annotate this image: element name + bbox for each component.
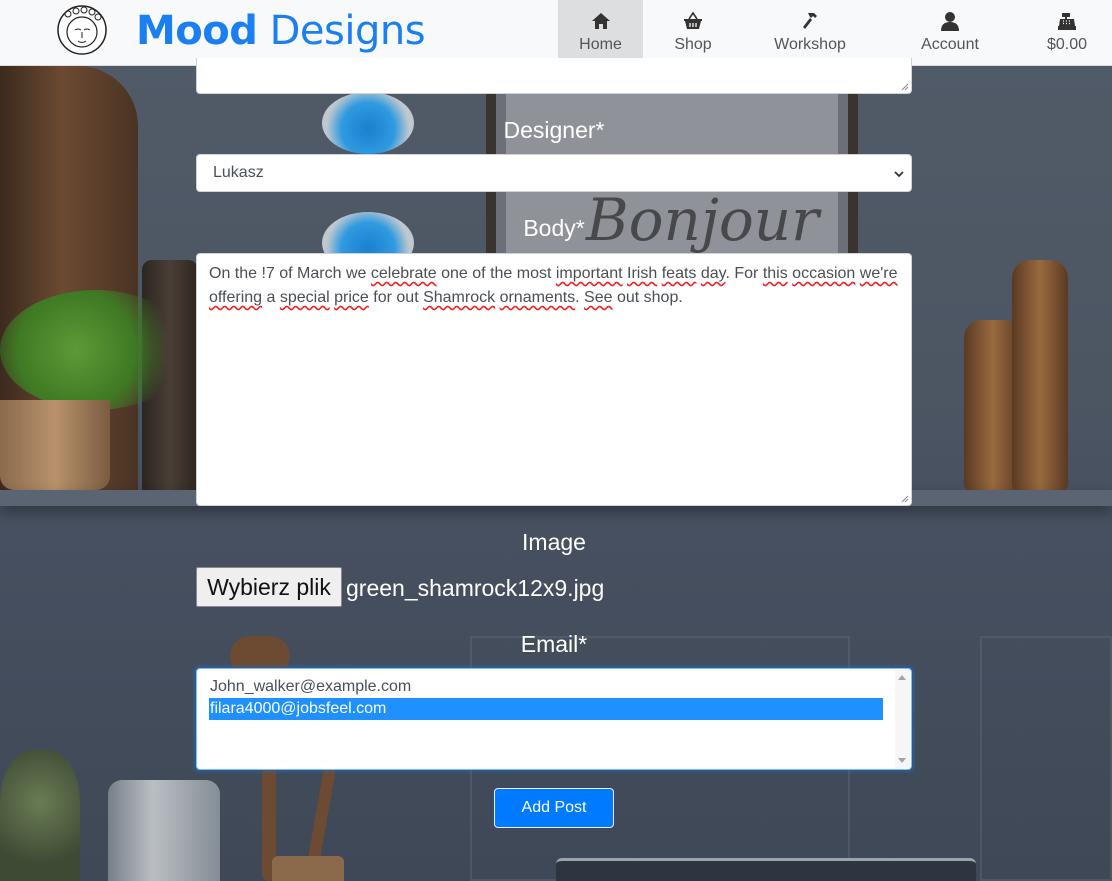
body-text: out shop.	[612, 289, 683, 306]
body-text: .	[575, 289, 585, 306]
resize-handle-icon[interactable]	[900, 494, 909, 503]
body-text: price	[334, 289, 369, 306]
body-textarea[interactable]: On the !7 of March we celebrate one of t…	[196, 253, 912, 506]
body-text: this	[762, 265, 788, 282]
body-text: Irish	[627, 265, 658, 282]
add-post-button[interactable]: Add Post	[494, 788, 614, 828]
body-text: one of the most	[436, 265, 556, 282]
body-text: celebrate	[370, 265, 437, 282]
scroll-down-icon[interactable]	[898, 758, 906, 763]
designer-select[interactable]: Lukasz	[196, 154, 912, 192]
add-post-form: Designer* Lukasz Body* On the !7 of Marc…	[0, 0, 1112, 881]
body-text: Shamrock	[423, 289, 496, 306]
chevron-down-icon	[894, 171, 904, 178]
body-text: a	[262, 289, 280, 306]
body-text: occasion	[792, 265, 856, 282]
image-label: Image	[522, 529, 586, 555]
email-select-scrollbar[interactable]	[895, 670, 910, 768]
email-label: Email*	[520, 631, 588, 657]
email-select[interactable]: John_walker@example.com filara4000@jobsf…	[196, 668, 912, 770]
body-text: day	[700, 265, 726, 282]
body-text: special	[279, 289, 330, 306]
email-option-selected[interactable]: filara4000@jobsfeel.com	[209, 698, 883, 720]
previous-textarea[interactable]	[196, 58, 912, 94]
body-text: for out	[368, 289, 424, 306]
body-text: feats	[661, 265, 697, 282]
body-text: . For	[725, 265, 763, 282]
selected-file-name: green_shamrock12x9.jpg	[346, 575, 605, 601]
scroll-up-icon[interactable]	[898, 675, 906, 680]
body-label: Body*	[523, 215, 585, 241]
resize-handle-icon[interactable]	[900, 82, 909, 91]
designer-label: Designer*	[503, 117, 605, 143]
choose-file-button[interactable]: Wybierz plik	[196, 567, 342, 607]
body-text: important	[555, 265, 623, 282]
body-text: we're	[859, 265, 898, 282]
designer-select-value: Lukasz	[213, 164, 264, 181]
body-text: offering	[209, 289, 263, 306]
email-option[interactable]: John_walker@example.com	[209, 676, 883, 698]
body-text: On the !7 of March we	[209, 265, 371, 282]
body-text: See	[584, 289, 613, 306]
body-text: ornaments	[499, 289, 576, 306]
